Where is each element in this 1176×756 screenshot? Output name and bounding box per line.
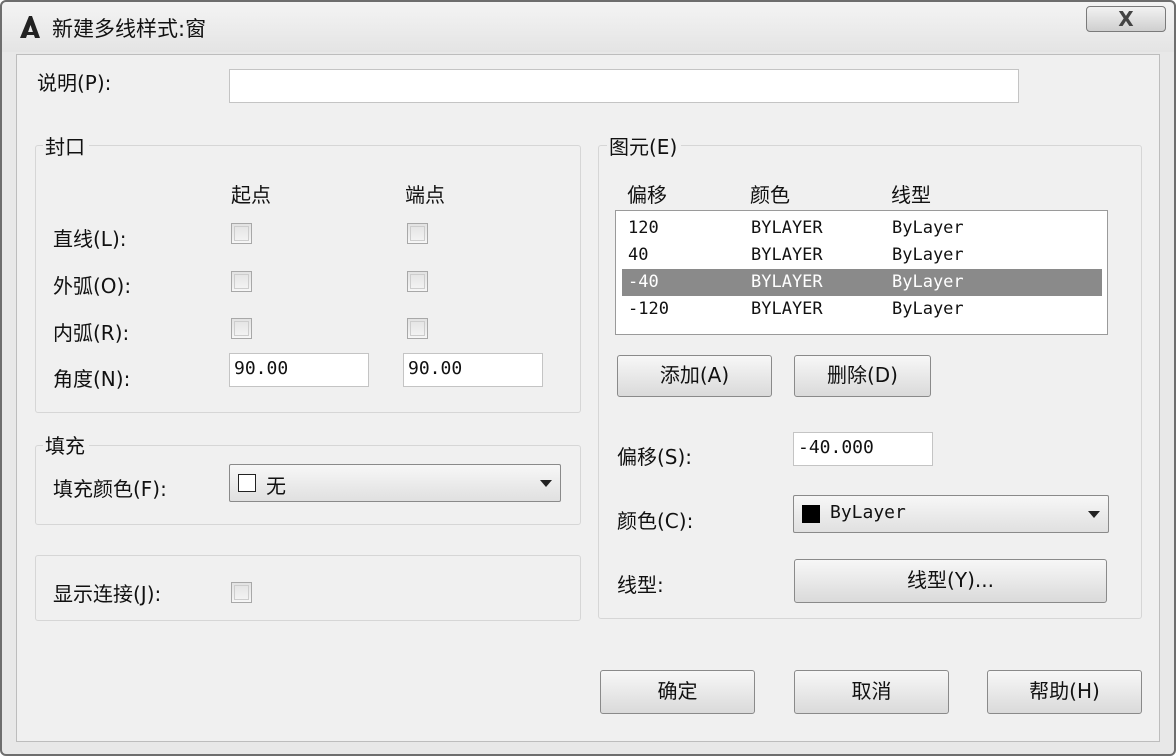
fill-color-value: 无 xyxy=(266,474,286,498)
start-angle-input[interactable]: 90.00 xyxy=(229,353,369,387)
fill-color-label: 填充颜色(F): xyxy=(53,477,167,501)
angle-label: 角度(N): xyxy=(53,367,131,391)
row-offset: 40 xyxy=(628,245,649,265)
add-element-button[interactable]: 添加(A) xyxy=(617,355,772,397)
delete-element-button[interactable]: 删除(D) xyxy=(794,355,931,397)
fill-group-title: 填充 xyxy=(43,430,89,459)
window-title: 新建多线样式:窗 xyxy=(52,17,207,41)
inner-arc-end-checkbox[interactable] xyxy=(407,318,428,339)
autocad-logo-icon xyxy=(20,16,40,38)
row-color: BYLAYER xyxy=(751,218,823,238)
row-linetype: ByLayer xyxy=(892,218,964,238)
show-joints-checkbox[interactable] xyxy=(231,582,252,603)
color-swatch-icon xyxy=(802,505,820,523)
help-button[interactable]: 帮助(H) xyxy=(987,670,1142,714)
row-color: BYLAYER xyxy=(751,299,823,319)
line-cap-label: 直线(L): xyxy=(53,227,127,251)
close-button[interactable]: X xyxy=(1086,6,1166,32)
title-bar: 新建多线样式:窗 X xyxy=(2,2,1174,52)
line-start-checkbox[interactable] xyxy=(231,223,252,244)
row-linetype: ByLayer xyxy=(892,272,964,292)
ok-button[interactable]: 确定 xyxy=(600,670,755,714)
inner-arc-start-checkbox[interactable] xyxy=(231,318,252,339)
linetype-label: 线型: xyxy=(617,573,664,597)
outer-arc-end-checkbox[interactable] xyxy=(407,271,428,292)
column-linetype-header: 线型 xyxy=(891,183,931,207)
line-end-checkbox[interactable] xyxy=(407,223,428,244)
element-color-label: 颜色(C): xyxy=(617,509,694,533)
linetype-button[interactable]: 线型(Y)... xyxy=(794,559,1107,603)
row-linetype: ByLayer xyxy=(892,299,964,319)
outer-arc-label: 外弧(O): xyxy=(53,274,132,298)
inner-arc-label: 内弧(R): xyxy=(53,321,130,345)
outer-arc-start-checkbox[interactable] xyxy=(231,271,252,292)
close-icon: X xyxy=(1118,7,1134,31)
elements-group-title: 图元(E) xyxy=(607,131,682,160)
element-color-value: ByLayer xyxy=(830,502,906,523)
dialog-body: 说明(P): 封口 起点 端点 直线(L): 外弧(O): 内弧(R): 角度(… xyxy=(16,54,1160,742)
show-joints-label: 显示连接(J): xyxy=(53,582,162,606)
row-offset: -40 xyxy=(628,272,659,292)
caps-start-header: 起点 xyxy=(231,183,271,207)
row-offset: -120 xyxy=(628,299,669,319)
color-swatch-empty-icon xyxy=(238,474,256,492)
elements-list[interactable]: 120 BYLAYER ByLayer 40 BYLAYER ByLayer -… xyxy=(615,210,1108,335)
row-color: BYLAYER xyxy=(751,272,823,292)
column-offset-header: 偏移 xyxy=(627,183,667,207)
chevron-down-icon xyxy=(540,480,552,487)
chevron-down-icon xyxy=(1088,511,1100,518)
description-label: 说明(P): xyxy=(37,71,112,95)
row-color: BYLAYER xyxy=(751,245,823,265)
caps-group-title: 封口 xyxy=(43,131,89,160)
column-color-header: 颜色 xyxy=(750,183,790,207)
caps-end-header: 端点 xyxy=(405,183,445,207)
fill-color-dropdown[interactable]: 无 xyxy=(229,464,561,502)
description-input[interactable] xyxy=(229,69,1019,103)
list-item[interactable]: 120 BYLAYER ByLayer xyxy=(622,215,1102,242)
list-item[interactable]: -120 BYLAYER ByLayer xyxy=(622,296,1102,323)
element-color-dropdown[interactable]: ByLayer xyxy=(793,495,1109,533)
list-item[interactable]: 40 BYLAYER ByLayer xyxy=(622,242,1102,269)
offset-label: 偏移(S): xyxy=(617,445,693,469)
cancel-button[interactable]: 取消 xyxy=(794,670,949,714)
list-item-selected[interactable]: -40 BYLAYER ByLayer xyxy=(622,269,1102,296)
offset-input[interactable]: -40.000 xyxy=(793,432,933,466)
row-linetype: ByLayer xyxy=(892,245,964,265)
end-angle-input[interactable]: 90.00 xyxy=(403,353,543,387)
row-offset: 120 xyxy=(628,218,659,238)
multiline-style-dialog: 新建多线样式:窗 X 说明(P): 封口 起点 端点 直线(L): 外弧(O):… xyxy=(0,0,1176,756)
